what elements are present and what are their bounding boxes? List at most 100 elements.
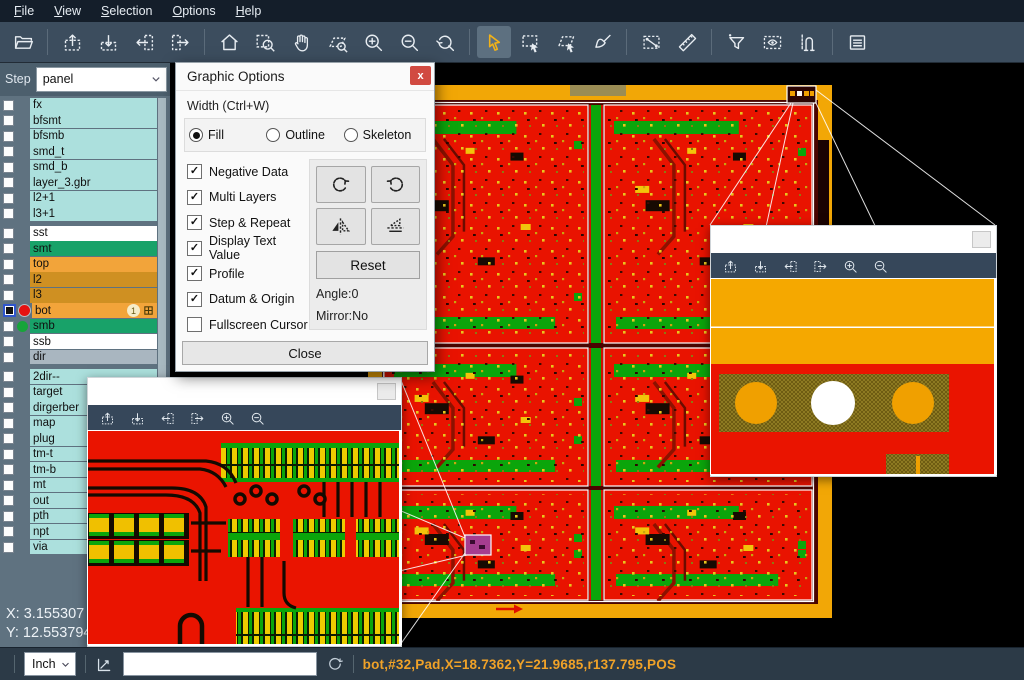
pan-view-right-button[interactable] [809, 256, 831, 276]
magnifier-left-view[interactable] [88, 431, 401, 644]
menu-options[interactable]: Options [162, 2, 225, 20]
zoom-in-button[interactable] [216, 408, 238, 428]
clean-brush-button[interactable] [585, 26, 619, 58]
layer-smt[interactable]: smt [30, 241, 157, 256]
window-menu-button[interactable] [377, 383, 396, 400]
layer-visible-checkbox[interactable] [3, 193, 14, 204]
layers-panel-button[interactable] [840, 26, 874, 58]
magnifier-right-view[interactable] [711, 279, 996, 474]
layer-ssb[interactable]: ssb [30, 334, 157, 349]
magnifier-window-right[interactable] [710, 225, 997, 477]
layer-visible-checkbox[interactable] [3, 336, 14, 347]
layer-visible-checkbox[interactable] [3, 290, 14, 301]
layer-visible-checkbox[interactable] [3, 480, 14, 491]
layer-visible-checkbox[interactable] [3, 228, 14, 239]
layer-visible-checkbox[interactable] [3, 402, 14, 413]
layer-dir[interactable]: dir [30, 350, 157, 365]
pan-view-right-button[interactable] [186, 408, 208, 428]
select-cursor-button[interactable] [477, 26, 511, 58]
mirror-horizontal-button[interactable] [371, 208, 421, 245]
select-polygon-button[interactable] [549, 26, 583, 58]
pan-view-left-button[interactable] [779, 256, 801, 276]
layer-visible-checkbox[interactable] [3, 115, 14, 126]
mirror-vertical-button[interactable] [316, 208, 366, 245]
menu-help[interactable]: Help [226, 2, 272, 20]
filter-button[interactable] [719, 26, 753, 58]
layer-visible-checkbox[interactable] [3, 371, 14, 382]
snap-button[interactable] [791, 26, 825, 58]
unit-select[interactable]: Inch [24, 652, 76, 676]
zoom-out-button[interactable] [246, 408, 268, 428]
view-options-button[interactable] [755, 26, 789, 58]
layer-bfsmt[interactable]: bfsmt [30, 113, 157, 128]
sync-icon[interactable] [326, 655, 344, 673]
layer-visible-checkbox[interactable] [3, 542, 14, 553]
zoom-in-button[interactable] [356, 26, 390, 58]
radio-outline[interactable]: Outline [266, 128, 343, 142]
layer-visible-checkbox[interactable] [3, 304, 16, 317]
layer-smd_t[interactable]: smd_t [30, 144, 157, 159]
layer-visible-checkbox[interactable] [3, 387, 14, 398]
measure-ruler-button[interactable] [670, 26, 704, 58]
layer-l3[interactable]: l3 [30, 288, 157, 303]
layer-visible-checkbox[interactable] [3, 449, 14, 460]
window-menu-button[interactable] [972, 231, 991, 248]
select-rect-button[interactable] [513, 26, 547, 58]
pan-hand-button[interactable] [284, 26, 318, 58]
zoom-polygon-button[interactable] [320, 26, 354, 58]
grid-icon[interactable] [143, 305, 154, 316]
magnifier-right-titlebar[interactable] [711, 226, 996, 253]
layer-visible-checkbox[interactable] [3, 177, 14, 188]
layer-fx[interactable]: fx [30, 98, 157, 113]
angle-measure-icon[interactable] [95, 655, 114, 674]
layer-visible-checkbox[interactable] [3, 100, 14, 111]
pan-view-left-button[interactable] [127, 26, 161, 58]
pan-view-up-button[interactable] [719, 256, 741, 276]
measure-distance-button[interactable] [634, 26, 668, 58]
layer-visible-checkbox[interactable] [3, 208, 14, 219]
layer-l2+1[interactable]: l2+1 [30, 191, 157, 206]
menu-selection[interactable]: Selection [91, 2, 162, 20]
layer-visible-checkbox[interactable] [3, 243, 14, 254]
zoom-in-button[interactable] [839, 256, 861, 276]
magnifier-window-left[interactable] [87, 377, 402, 647]
layer-visible-checkbox[interactable] [3, 352, 14, 363]
radio-skeleton[interactable]: Skeleton [344, 128, 421, 142]
pan-view-right-button[interactable] [163, 26, 197, 58]
pan-view-down-button[interactable] [126, 408, 148, 428]
rotate-cw-button[interactable] [316, 166, 366, 203]
checkbox-step-repeat[interactable]: ✓Step & Repeat [187, 210, 309, 236]
menu-file[interactable]: File [4, 2, 44, 20]
layer-visible-checkbox[interactable] [3, 464, 14, 475]
layer-top[interactable]: top [30, 257, 157, 272]
pan-view-down-button[interactable] [749, 256, 771, 276]
layer-visible-checkbox[interactable] [3, 321, 14, 332]
layer-l2[interactable]: l2 [30, 272, 157, 287]
layer-visible-checkbox[interactable] [3, 511, 14, 522]
close-icon[interactable]: x [410, 66, 431, 85]
layer-visible-checkbox[interactable] [3, 274, 14, 285]
layer-visible-checkbox[interactable] [3, 526, 14, 537]
checkbox-fullscreen-cursor[interactable]: Fullscreen Cursor [187, 312, 309, 338]
pan-view-up-button[interactable] [96, 408, 118, 428]
layer-visible-checkbox[interactable] [3, 146, 14, 157]
layer-visible-checkbox[interactable] [3, 131, 14, 142]
magnifier-left-titlebar[interactable] [88, 378, 401, 405]
layer-visible-checkbox[interactable] [3, 162, 14, 173]
close-button[interactable]: Close [182, 341, 428, 365]
layer-visible-checkbox[interactable] [3, 495, 14, 506]
layer-sst[interactable]: sst [30, 226, 157, 241]
zoom-out-button[interactable] [392, 26, 426, 58]
layer-smb[interactable]: smb [30, 319, 157, 334]
zoom-window-button[interactable] [248, 26, 282, 58]
layer-layer_3.gbr[interactable]: layer_3.gbr [30, 175, 157, 190]
layer-bot[interactable]: bot1 [32, 303, 157, 318]
layer-visible-checkbox[interactable] [3, 259, 14, 270]
reset-button[interactable]: Reset [316, 251, 420, 279]
layer-visible-checkbox[interactable] [3, 433, 14, 444]
dialog-titlebar[interactable]: Graphic Options x [176, 63, 434, 91]
rotate-ccw-button[interactable] [371, 166, 421, 203]
checkbox-display-text-value[interactable]: ✓Display Text Value [187, 236, 309, 262]
command-input[interactable] [123, 652, 317, 676]
radio-fill[interactable]: Fill [189, 128, 266, 142]
